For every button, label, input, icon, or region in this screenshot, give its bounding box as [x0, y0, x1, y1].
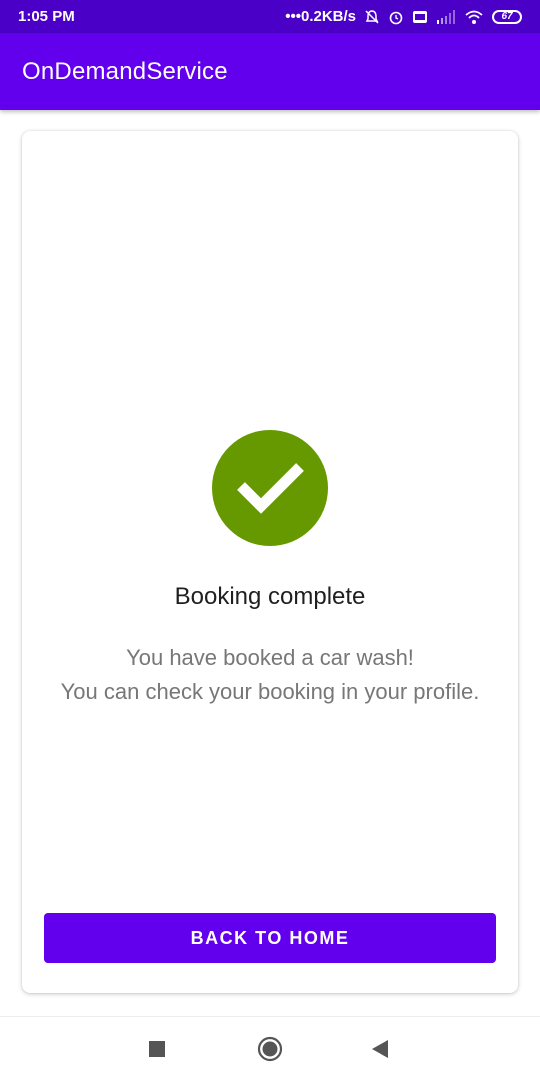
wifi-icon — [464, 9, 484, 25]
status-bar: 1:05 PM •••0.2KB/s 67 — [0, 0, 540, 33]
status-time: 1:05 PM — [18, 8, 75, 25]
signal-icon — [436, 9, 456, 24]
back-button[interactable] — [366, 1035, 394, 1063]
app-title: OnDemandService — [22, 57, 228, 85]
app-bar: OnDemandService — [0, 33, 540, 110]
confirmation-card: Booking complete You have booked a car w… — [22, 131, 518, 993]
mute-notification-icon — [364, 9, 380, 25]
recents-button[interactable] — [143, 1035, 171, 1063]
system-nav-bar — [0, 1016, 540, 1080]
checkmark-icon — [237, 463, 304, 514]
booking-message-line1: You have booked a car wash! — [126, 645, 414, 670]
back-to-home-button[interactable]: BACK TO HOME — [44, 913, 496, 963]
alarm-icon — [388, 9, 404, 25]
home-button[interactable] — [256, 1035, 284, 1063]
success-badge — [212, 430, 328, 546]
booking-message-line2: You can check your booking in your profi… — [60, 679, 480, 704]
back-triangle-icon — [372, 1040, 388, 1058]
booking-message: You have booked a car wash! You can chec… — [22, 641, 518, 709]
status-icons: •••0.2KB/s 67 — [285, 8, 522, 25]
recents-square-icon — [149, 1041, 165, 1057]
volte-icon — [412, 9, 428, 25]
network-speed: •••0.2KB/s — [285, 8, 356, 25]
home-circle-icon — [257, 1036, 283, 1062]
battery-icon: 67 — [492, 9, 522, 24]
booking-title: Booking complete — [174, 583, 366, 610]
